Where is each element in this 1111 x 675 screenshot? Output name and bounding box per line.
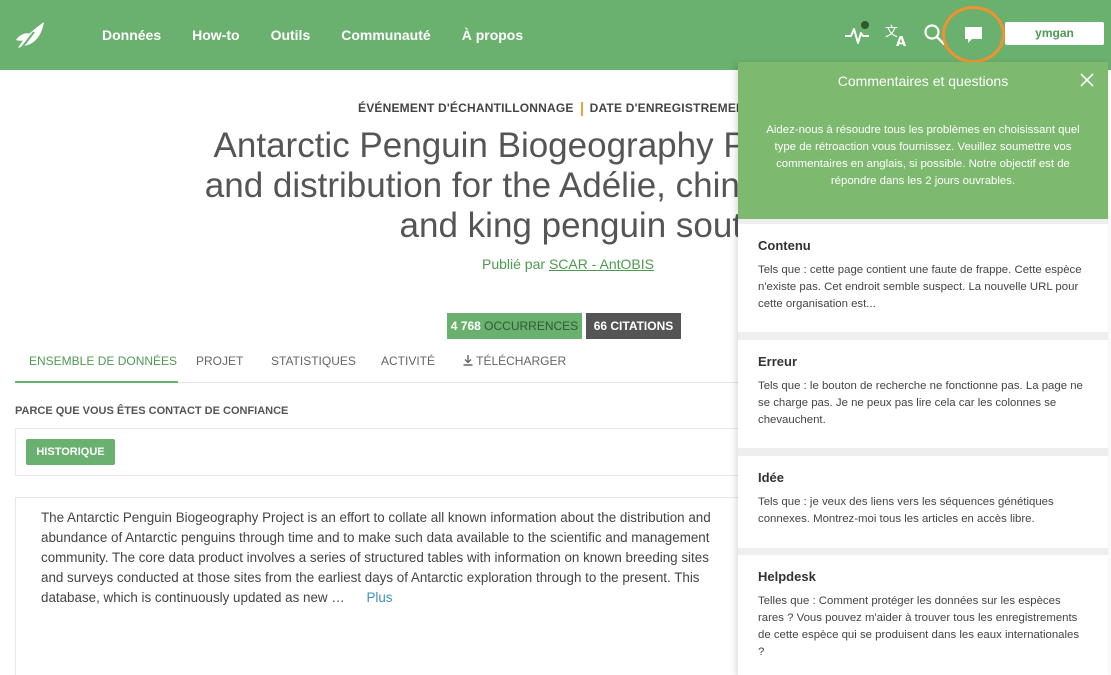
published-by: Publié par SCAR - AntOBIS [482, 256, 654, 272]
svg-text:A: A [896, 35, 906, 48]
feedback-option-text: Telles que : Comment protéger les donnée… [758, 595, 1080, 658]
feedback-option-erreur[interactable]: Erreur Tels que : le bouton de recherche… [738, 340, 1108, 448]
nav-link-outils[interactable]: Outils [271, 27, 311, 43]
feedback-highlight-ring [942, 6, 1005, 63]
dataset-type: ÉVÉNEMENT D'ÉCHANTILLONNAGE [358, 101, 574, 115]
occurrences-label: OCCURRENCES [484, 319, 579, 333]
published-prefix: Publié par [482, 256, 546, 272]
feedback-panel-header: Commentaires et questions Aidez-nous à r… [738, 62, 1108, 219]
tab-statistiques[interactable]: STATISTIQUES [271, 343, 356, 383]
description: The Antarctic Penguin Biogeography Proje… [41, 508, 731, 608]
feedback-option-text: Tels que : cette page contient une faute… [758, 264, 1082, 310]
occurrences-badge[interactable]: 4 768 OCCURRENCES [447, 313, 582, 339]
feedback-option-idee[interactable]: Idée Tels que : je veux des liens vers l… [738, 456, 1108, 548]
feedback-panel-intro: Aidez-nous à résoudre tous les problèmes… [766, 124, 1080, 187]
trusted-contact-label: PARCE QUE VOUS ÊTES CONTACT DE CONFIANCE [15, 405, 289, 417]
main-nav-links: Données How-to Outils Communauté À propo… [102, 0, 554, 70]
feedback-option-title: Erreur [758, 354, 798, 369]
occurrences-count: 4 768 [450, 319, 481, 333]
feedback-panel-title: Commentaires et questions [837, 73, 1009, 89]
translate-icon[interactable]: 文 A [884, 22, 910, 48]
tab-projet[interactable]: PROJET [196, 343, 243, 383]
history-button[interactable]: HISTORIQUE [26, 439, 115, 465]
notification-dot [861, 21, 869, 29]
tab-activite[interactable]: ACTIVITÉ [381, 343, 435, 383]
dataset-meta-line: ÉVÉNEMENT D'ÉCHANTILLONNAGE DATE D'ENREGI… [358, 101, 770, 116]
nav-link-donnees[interactable]: Données [102, 27, 161, 43]
feedback-option-text: Tels que : le bouton de recherche ne fon… [758, 380, 1083, 426]
top-nav: Données How-to Outils Communauté À propo… [0, 0, 1111, 70]
read-more-link[interactable]: Plus [366, 590, 392, 605]
tab-telecharger[interactable]: TÉLÉCHARGER [463, 343, 566, 383]
meta-separator [580, 101, 583, 116]
feedback-option-contenu[interactable]: Contenu Tels que : cette page contient u… [738, 224, 1108, 332]
publisher-link[interactable]: SCAR - AntOBIS [549, 256, 654, 272]
citations-badge[interactable]: 66 CITATIONS [586, 313, 681, 339]
dataset-tabs: ENSEMBLE DE DONNÉES PROJET STATISTIQUES … [15, 343, 740, 383]
feedback-option-title: Contenu [758, 238, 811, 253]
feedback-panel: Commentaires et questions Aidez-nous à r… [738, 62, 1108, 675]
feedback-option-title: Idée [758, 470, 785, 485]
gbif-leaf-logo[interactable] [14, 18, 48, 52]
close-icon[interactable] [1079, 72, 1095, 88]
feedback-option-helpdesk[interactable]: Helpdesk Telles que : Comment protéger l… [738, 555, 1108, 675]
nav-link-how-to[interactable]: How-to [192, 27, 239, 43]
user-menu-button[interactable]: ymgan [1005, 22, 1104, 45]
tab-ensemble-de-donnees[interactable]: ENSEMBLE DE DONNÉES [15, 343, 178, 383]
download-icon [463, 355, 473, 366]
history-box [15, 428, 740, 476]
feedback-option-text: Tels que : je veux des liens vers les sé… [758, 496, 1054, 525]
nav-link-a-propos[interactable]: À propos [462, 27, 523, 43]
tab-telecharger-label: TÉLÉCHARGER [476, 354, 567, 368]
feedback-option-title: Helpdesk [758, 569, 816, 584]
nav-link-communaute[interactable]: Communauté [341, 27, 430, 43]
